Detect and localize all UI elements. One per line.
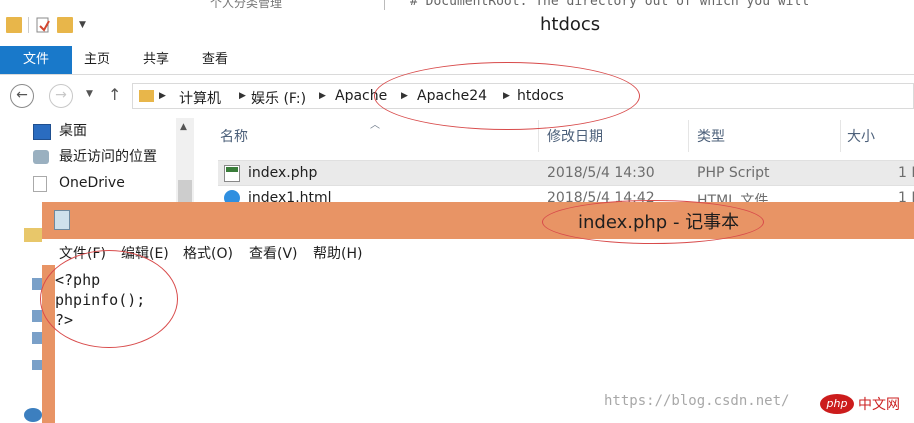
file-row[interactable]: index.php 2018/5/4 14:30 PHP Script 1 KB [218,160,914,186]
column-header-name[interactable]: 名称 [220,122,248,152]
notepad-title-bar[interactable]: index.php - 记事本 [42,202,914,239]
scroll-up-icon[interactable]: ▲ [180,122,187,132]
tab-home[interactable]: 主页 [84,46,110,74]
annotation-circle-code [40,250,178,348]
nav-item-label: OneDrive [59,175,125,191]
file-date: 2018/5/4 14:30 [547,165,655,181]
nav-item-label: 最近访问的位置 [59,149,157,165]
tab-file[interactable]: 文件 [0,46,72,74]
file-type: PHP Script [697,165,770,181]
php-logo-icon: php [820,394,854,414]
watermark-site: 中文网 [858,397,900,413]
recent-locations-dropdown-icon[interactable]: ▼ [86,89,93,99]
breadcrumb-separator-icon: ▶ [159,91,166,101]
annotation-circle-address [374,62,640,130]
drive-icon [32,360,42,370]
menu-format[interactable]: 格式(O) [183,243,233,263]
onedrive-icon [33,176,47,192]
notepad-menu-bar: 文件(F) 编辑(E) 格式(O) 查看(V) 帮助(H) [42,239,914,265]
toolbar-divider [28,17,29,33]
forward-arrow-icon: → [55,87,67,103]
nav-item-label: 桌面 [59,123,87,139]
folder-icon[interactable] [6,17,22,33]
column-header-type[interactable]: 类型 [697,122,725,152]
desktop-icon [33,124,51,140]
navigation-pane-partial-icons [22,228,42,423]
notepad-icon[interactable] [54,210,70,230]
up-arrow-button[interactable]: ↑ [108,85,121,104]
breadcrumb-computer[interactable]: 计算机 [179,88,221,108]
library-icon [24,228,42,242]
explorer-title-bar: 个人分类管理 # DocumentRoot: The directory out… [0,0,914,46]
network-icon [24,408,42,422]
tab-view[interactable]: 查看 [202,46,228,74]
background-editor-text: # DocumentRoot: The directory out of whi… [410,0,810,9]
drive-icon [32,310,42,322]
background-divider [384,0,385,10]
drive-icon [32,332,42,344]
quick-access-toolbar: ▼ [6,15,86,35]
file-size: 1 KB [898,165,914,181]
menu-help[interactable]: 帮助(H) [313,243,362,263]
menu-view[interactable]: 查看(V) [249,243,298,263]
breadcrumb-separator-icon: ▶ [239,91,246,101]
annotation-circle-title [542,200,764,244]
php-file-icon [224,165,240,182]
column-header-size[interactable]: 大小 [847,122,875,152]
folder-icon [139,90,154,102]
sort-ascending-icon: ︿ [370,120,380,131]
new-folder-icon[interactable] [57,17,73,33]
column-divider[interactable] [688,120,689,152]
window-title: htdocs [540,14,601,35]
breadcrumb-separator-icon: ▶ [319,91,326,101]
forward-button[interactable]: → [49,84,73,108]
column-divider[interactable] [840,120,841,152]
breadcrumb-drive[interactable]: 娱乐 (F:) [251,88,306,108]
customize-toolbar-icon[interactable]: ▼ [79,20,86,30]
back-arrow-icon: ← [16,87,28,103]
background-window-text: 个人分类管理 [210,0,283,10]
watermark-url: https://blog.csdn.net/ [604,393,790,409]
properties-icon[interactable] [35,17,51,33]
file-name: index.php [248,165,318,181]
tab-share[interactable]: 共享 [143,46,169,74]
recent-places-icon [33,150,49,164]
back-button[interactable]: ← [10,84,34,108]
